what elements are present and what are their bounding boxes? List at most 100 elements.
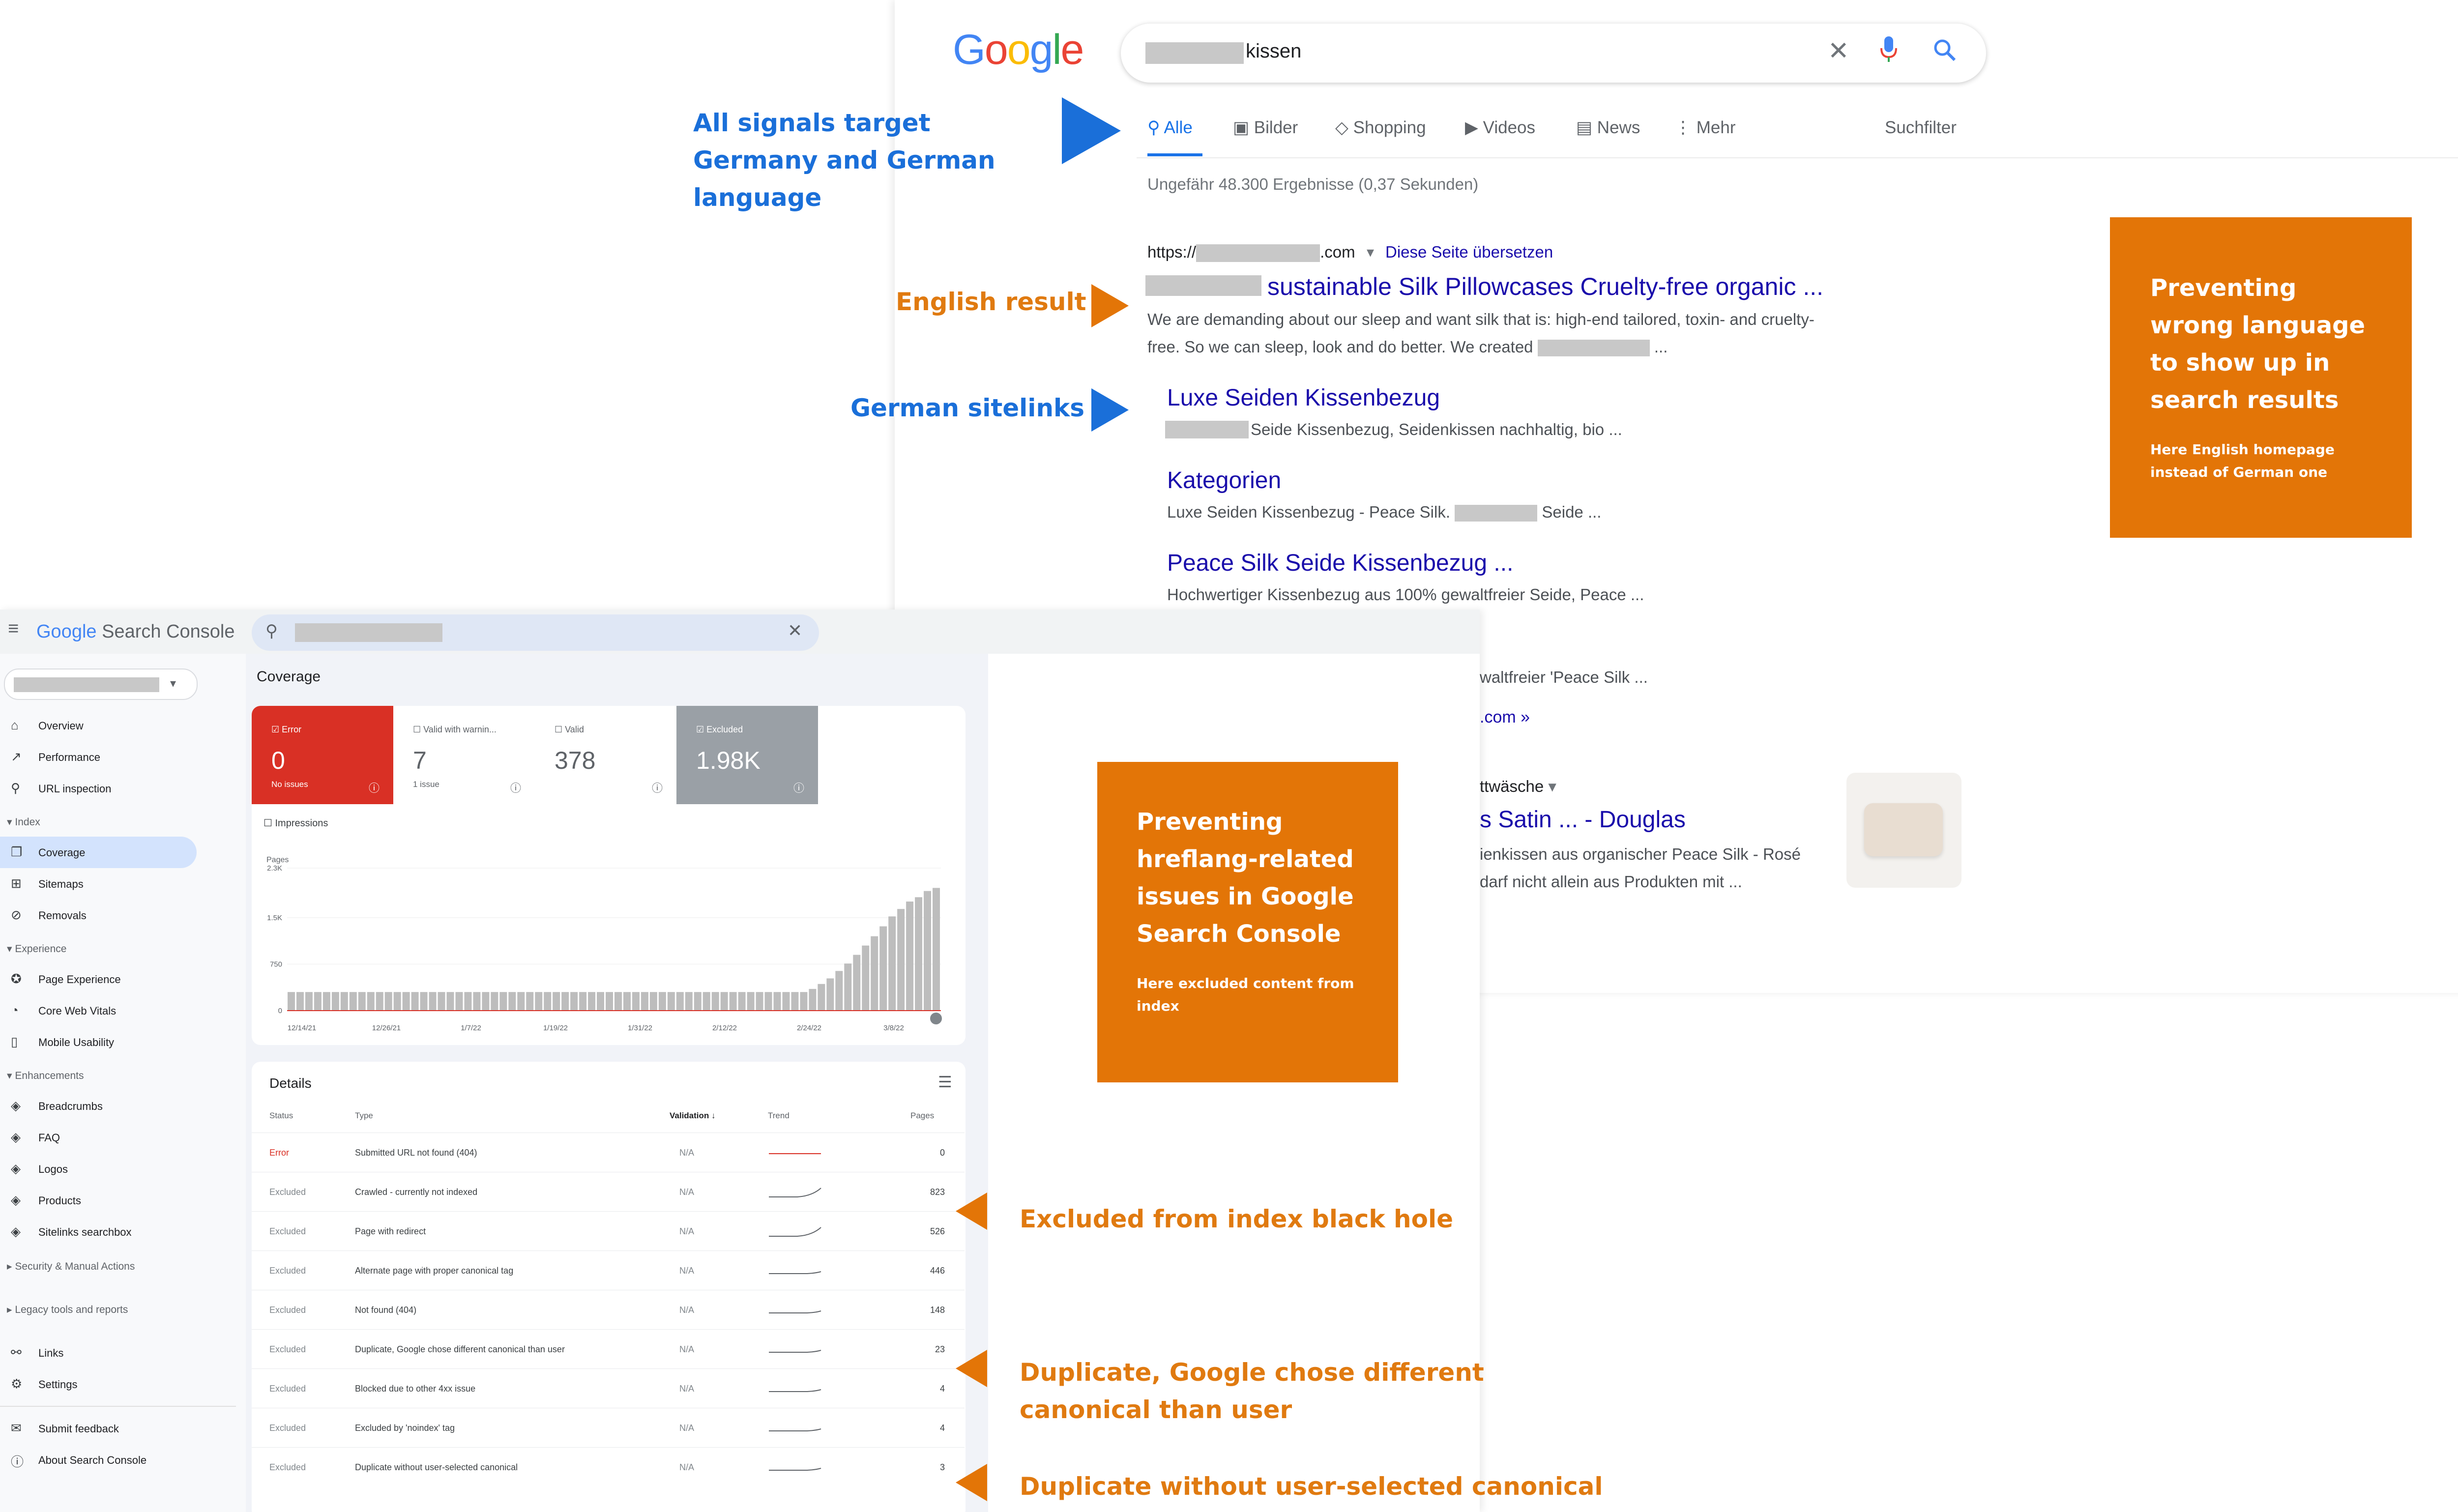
search-query[interactable]: kissen xyxy=(1246,40,1301,62)
sidebar-item-removals[interactable]: ⊘ Removals xyxy=(0,900,197,931)
help-icon[interactable]: ⓘ xyxy=(369,780,380,795)
sidebar-item-faq[interactable]: ◈ FAQ xyxy=(0,1122,197,1153)
table-row[interactable]: Excluded Duplicate without user-selected … xyxy=(252,1447,965,1487)
impressions-toggle[interactable]: ☐ Impressions xyxy=(263,817,328,829)
annotation-marker-icon[interactable] xyxy=(930,1013,942,1024)
partial-result-title[interactable]: s Satin ... - Douglas xyxy=(1480,806,1686,833)
google-logo[interactable]: Google xyxy=(953,26,1084,74)
chart-bar xyxy=(747,992,755,1011)
sidebar-item-sitemaps[interactable]: ⊞ Sitemaps xyxy=(0,868,197,900)
row-pages: 0 xyxy=(939,1148,945,1158)
hamburger-menu-icon[interactable]: ≡ xyxy=(8,618,19,640)
video-icon: ▶ xyxy=(1465,118,1483,137)
translate-link[interactable]: Diese Seite übersetzen xyxy=(1385,243,1553,262)
tab-shopping[interactable]: ◇ Shopping xyxy=(1335,118,1426,138)
search-icon[interactable] xyxy=(1932,37,1958,65)
sidebar-section-experience[interactable]: ▾ Experience xyxy=(7,943,66,955)
sitelink-title[interactable]: Kategorien xyxy=(1167,467,1281,494)
tab-mehr[interactable]: ⋮ Mehr xyxy=(1674,118,1735,138)
sidebar-section-legacy[interactable]: ▸ Legacy tools and reports xyxy=(7,1304,128,1316)
redacted-text xyxy=(295,623,442,642)
table-row[interactable]: Excluded Page with redirect N/A 526 xyxy=(252,1211,965,1251)
row-type: Duplicate, Google chose different canoni… xyxy=(355,1344,565,1354)
chart-bar xyxy=(570,992,578,1011)
tab-alle[interactable]: ⚲ Alle xyxy=(1147,118,1193,138)
sidebar-item-about[interactable]: ⓘ About Search Console xyxy=(0,1444,197,1476)
sidebar-item-submit-feedback[interactable]: ✉ Submit feedback xyxy=(0,1413,197,1444)
tabs-divider xyxy=(1137,157,2458,158)
sidebar-item-page-experience[interactable]: ✪ Page Experience xyxy=(0,963,197,995)
tab-label: Videos xyxy=(1483,118,1536,137)
sidebar-item-label: Page Experience xyxy=(38,973,121,986)
close-icon[interactable]: ✕ xyxy=(788,620,802,641)
sidebar-section-security[interactable]: ▸ Security & Manual Actions xyxy=(7,1260,135,1273)
tab-videos[interactable]: ▶ Videos xyxy=(1465,118,1535,138)
row-validation: N/A xyxy=(679,1305,695,1315)
table-row[interactable]: Excluded Excluded by 'noindex' tag N/A 4 xyxy=(252,1408,965,1448)
sidebar-item-breadcrumbs[interactable]: ◈ Breadcrumbs xyxy=(0,1090,197,1122)
chart-bar xyxy=(446,992,454,1011)
trend-sparkline xyxy=(768,1303,822,1320)
help-icon[interactable]: ⓘ xyxy=(652,780,663,795)
sidebar-item-sitelinks-searchbox[interactable]: ◈ Sitelinks searchbox xyxy=(0,1216,197,1248)
tile-valid-warning[interactable]: ☐ Valid with warnin... 7 1 issue ⓘ xyxy=(393,706,535,804)
row-status: Error xyxy=(269,1148,289,1158)
clear-icon[interactable]: ✕ xyxy=(1828,36,1849,66)
caret-down-icon: ▾ xyxy=(1548,777,1556,795)
partial-result-link[interactable]: .com » xyxy=(1480,708,1530,727)
product-thumbnail[interactable] xyxy=(1846,773,1961,888)
chart-bar xyxy=(720,992,728,1011)
filter-icon[interactable]: ☰ xyxy=(938,1073,952,1091)
sidebar-item-core-web-vitals[interactable]: ◔ Core Web Vitals xyxy=(0,995,197,1026)
tile-valid[interactable]: ☐ Valid 378 ⓘ xyxy=(535,706,676,804)
sidebar-item-mobile-usability[interactable]: ▯ Mobile Usability xyxy=(0,1026,197,1058)
tile-error[interactable]: ☑ Error 0 No issues ⓘ xyxy=(252,706,393,804)
sidebar-item-overview[interactable]: ⌂ Overview xyxy=(0,710,197,741)
trend-sparkline xyxy=(768,1421,822,1438)
x-tick-label: 12/26/21 xyxy=(372,1024,401,1032)
row-pages: 23 xyxy=(935,1344,945,1354)
table-row[interactable]: Excluded Duplicate, Google chose differen… xyxy=(252,1329,965,1369)
result-title[interactable]: sustainable Silk Pillowcases Cruelty-fre… xyxy=(1267,272,1823,301)
row-validation: N/A xyxy=(679,1226,695,1236)
row-type: Page with redirect xyxy=(355,1226,426,1236)
row-status: Excluded xyxy=(269,1384,306,1394)
row-status: Excluded xyxy=(269,1226,306,1236)
table-row[interactable]: Error Submitted URL not found (404) N/A 0 xyxy=(252,1133,965,1172)
tile-excluded[interactable]: ☑ Excluded 1.98K ⓘ xyxy=(676,706,818,804)
tab-news[interactable]: ▤ News xyxy=(1576,118,1640,138)
sidebar-item-products[interactable]: ◈ Products xyxy=(0,1185,197,1216)
chart-bar xyxy=(809,989,817,1011)
sidebar-item-label: Settings xyxy=(38,1378,78,1391)
tab-bilder[interactable]: ▣ Bilder xyxy=(1233,118,1298,138)
table-row[interactable]: Excluded Alternate page with proper canon… xyxy=(252,1250,965,1290)
sidebar-item-url-inspection[interactable]: ⚲ URL inspection xyxy=(0,773,197,804)
sitelink-title[interactable]: Peace Silk Seide Kissenbezug ... xyxy=(1167,550,1513,577)
gsc-logo[interactable]: Google Search Console xyxy=(36,621,235,642)
chart-bar xyxy=(561,992,569,1011)
sidebar-item-logos[interactable]: ◈ Logos xyxy=(0,1153,197,1185)
sidebar-item-settings[interactable]: ⚙ Settings xyxy=(0,1368,197,1400)
sidebar-item-links[interactable]: ⚯ Links xyxy=(0,1337,197,1368)
gsc-search-input[interactable]: ⚲ ✕ xyxy=(252,614,819,651)
microphone-icon[interactable] xyxy=(1879,34,1899,66)
property-selector[interactable]: ▾ xyxy=(4,669,198,700)
column-header-validation[interactable]: Validation ↓ xyxy=(670,1111,716,1121)
help-icon[interactable]: ⓘ xyxy=(793,780,804,795)
sidebar-item-performance[interactable]: ↗ Performance xyxy=(0,741,197,773)
table-row[interactable]: Excluded Blocked due to other 4xx issue N/… xyxy=(252,1368,965,1408)
checkbox-checked-icon: ☑ xyxy=(696,725,707,734)
sitelink-title[interactable]: Luxe Seiden Kissenbezug xyxy=(1167,384,1440,411)
table-row[interactable]: Excluded Not found (404) N/A 148 xyxy=(252,1290,965,1330)
tab-suchfilter[interactable]: Suchfilter xyxy=(1885,118,1957,138)
sidebar-item-coverage[interactable]: ❐ Coverage xyxy=(0,837,197,868)
chart-bar xyxy=(676,992,684,1011)
chart-bar xyxy=(800,992,808,1011)
sidebar-section-enhancements[interactable]: ▾ Enhancements xyxy=(7,1070,84,1082)
chart-bar xyxy=(658,992,666,1011)
caret-down-icon[interactable]: ▾ xyxy=(1367,244,1374,261)
help-icon[interactable]: ⓘ xyxy=(510,780,521,795)
result-url[interactable]: https:// .com xyxy=(1147,243,1355,262)
sidebar-section-index[interactable]: ▾ Index xyxy=(7,816,40,828)
table-row[interactable]: Excluded Crawled - currently not indexed N… xyxy=(252,1172,965,1212)
